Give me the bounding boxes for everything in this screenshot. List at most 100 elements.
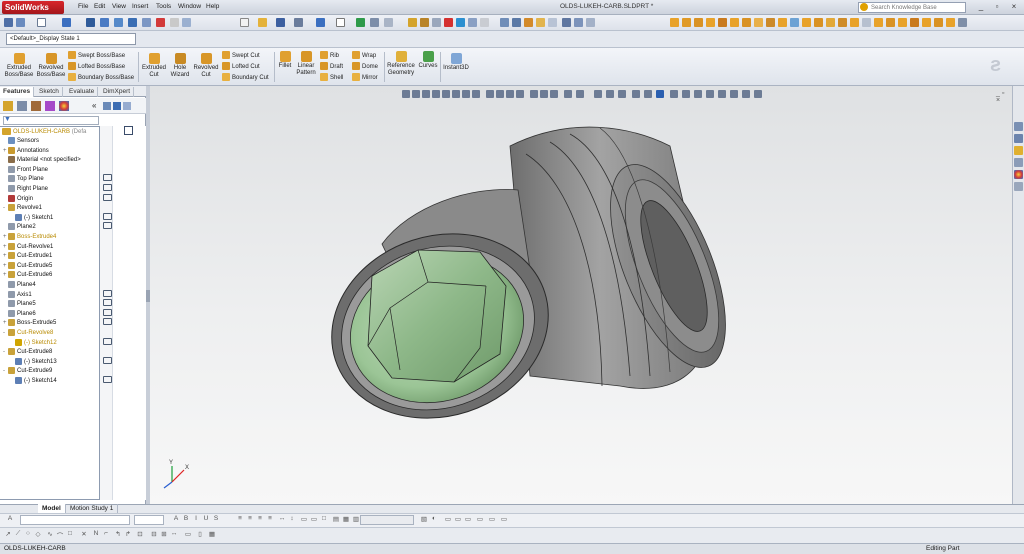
format-toolbar-icon[interactable]: ▧ xyxy=(420,515,428,524)
tree-item[interactable]: + Cut-Extrude1 xyxy=(3,252,52,261)
view-toolbar-icon-3[interactable] xyxy=(432,18,441,27)
format-toolbar-icon[interactable]: ≡ xyxy=(266,515,274,524)
tree-item[interactable]: Material <not specified> xyxy=(3,156,81,165)
tree-item[interactable]: Plane2 xyxy=(3,223,36,232)
line-style-select[interactable] xyxy=(360,515,414,525)
view-heads-up-icon[interactable] xyxy=(550,90,558,98)
tree-item[interactable]: (-) Sketch12 xyxy=(10,338,57,348)
format-toolbar-icon[interactable]: ▤ xyxy=(332,515,340,524)
select-arrow-icon[interactable] xyxy=(4,18,13,27)
feature-toolbar-icon-4[interactable] xyxy=(706,18,715,27)
arc-icon[interactable] xyxy=(142,18,151,27)
view-heads-up-icon[interactable] xyxy=(730,90,738,98)
format-toolbar-icon[interactable]: ≡ xyxy=(246,515,254,524)
tree-item[interactable]: + Annotations xyxy=(3,146,49,156)
view-heads-up-icon[interactable] xyxy=(706,90,714,98)
display-manager-icon[interactable] xyxy=(59,101,69,111)
configuration-manager-icon[interactable] xyxy=(31,101,41,111)
menu-tools[interactable]: Tools xyxy=(156,3,171,10)
feature-toolbar-icon-2[interactable] xyxy=(682,18,691,27)
tree-item[interactable]: Front Plane xyxy=(3,165,48,175)
taskpane-appearance-icon[interactable] xyxy=(1014,170,1023,179)
tree-root[interactable]: OLDS-LUKEH-CARB (Defa xyxy=(2,128,86,137)
print-icon[interactable] xyxy=(294,18,303,27)
font-size-select[interactable] xyxy=(134,515,164,525)
undo-icon[interactable] xyxy=(316,18,325,27)
taskpane-search-icon[interactable] xyxy=(1014,158,1023,167)
view-toolbar-icon-15[interactable] xyxy=(586,18,595,27)
offset-icon[interactable] xyxy=(182,18,191,27)
display-state-select[interactable]: <Default>_Display State 1 xyxy=(6,33,136,45)
view-heads-up-icon[interactable] xyxy=(486,90,494,98)
view-heads-up-icon[interactable] xyxy=(472,90,480,98)
view-heads-up-icon[interactable] xyxy=(594,90,602,98)
open-folder-icon[interactable] xyxy=(258,18,267,27)
format-toolbar-icon[interactable]: ▦ xyxy=(342,515,350,524)
save-icon[interactable] xyxy=(276,18,285,27)
feature-toolbar-icon-23[interactable] xyxy=(934,18,943,27)
tree-item[interactable]: + Cut-Extrude5 xyxy=(3,261,52,271)
sketch-tool-icon[interactable]: ▯ xyxy=(196,530,204,539)
tab-evaluate[interactable]: Evaluate xyxy=(66,87,99,97)
tree-item[interactable]: (-) Sketch13 xyxy=(10,357,57,367)
panel-view-icon-1[interactable] xyxy=(103,102,111,110)
feature-toolbar-icon-1[interactable] xyxy=(670,18,679,27)
select-filter-icon[interactable] xyxy=(37,18,46,27)
feature-toolbar-icon-18[interactable] xyxy=(874,18,883,27)
feature-toolbar-icon-6[interactable] xyxy=(730,18,739,27)
feature-toolbar-icon-16[interactable] xyxy=(850,18,859,27)
feature-toolbar-icon-24[interactable] xyxy=(946,18,955,27)
menu-edit[interactable]: Edit xyxy=(94,3,105,10)
sketch-tool-icon[interactable]: ✕ xyxy=(80,530,88,539)
boundary-cut-button[interactable]: Boundary Cut xyxy=(222,73,269,84)
view-heads-up-icon[interactable] xyxy=(754,90,762,98)
sketch-tool-icon[interactable]: ⟋ xyxy=(14,530,22,539)
tree-item[interactable]: Origin xyxy=(3,194,33,204)
view-toolbar-icon-9[interactable] xyxy=(512,18,521,27)
format-toolbar-icon[interactable]: ▭ xyxy=(310,515,318,524)
solidworks-logo[interactable]: SolidWorks xyxy=(2,1,64,14)
feature-toolbar-icon-14[interactable] xyxy=(826,18,835,27)
sketch-tool-icon[interactable]: ◇ xyxy=(34,530,42,539)
view-heads-up-icon[interactable] xyxy=(632,90,640,98)
taskpane-explorer-icon[interactable] xyxy=(1014,146,1023,155)
menu-window[interactable]: Window xyxy=(178,3,201,10)
font-name-select[interactable] xyxy=(20,515,130,525)
linear-pattern-button[interactable]: Linear Pattern xyxy=(294,51,318,77)
rebuild-icon[interactable] xyxy=(62,18,71,27)
view-toolbar-icon-11[interactable] xyxy=(536,18,545,27)
trim-icon[interactable] xyxy=(156,18,165,27)
view-heads-up-icon[interactable] xyxy=(530,90,538,98)
view-heads-up-icon[interactable] xyxy=(564,90,572,98)
rib-button[interactable]: Rib xyxy=(320,51,339,62)
panel-scroll-thumb[interactable] xyxy=(124,126,133,135)
tree-item[interactable]: + Cut-Revolve1 xyxy=(3,242,53,252)
view-heads-up-icon[interactable] xyxy=(694,90,702,98)
feature-toolbar-icon-7[interactable] xyxy=(742,18,751,27)
tab-sketch[interactable]: Sketch xyxy=(36,87,63,97)
view-toolbar-icon-12[interactable] xyxy=(548,18,557,27)
format-toolbar-icon[interactable]: ▭ xyxy=(488,515,496,524)
menu-view[interactable]: View xyxy=(112,3,126,10)
feature-toolbar-icon-5[interactable] xyxy=(718,18,727,27)
sketch-tool-icon[interactable]: ↔ xyxy=(170,530,178,539)
view-heads-up-icon[interactable] xyxy=(442,90,450,98)
format-toolbar-icon[interactable]: ≡ xyxy=(256,515,264,524)
feature-toolbar-icon-8[interactable] xyxy=(754,18,763,27)
view-heads-up-icon[interactable] xyxy=(506,90,514,98)
lofted-boss-button[interactable]: Lofted Boss/Base xyxy=(68,62,125,73)
feature-manager-icon[interactable] xyxy=(3,101,13,111)
collapse-chevron-icon[interactable]: « xyxy=(92,101,100,111)
fillet-button[interactable]: Fillet xyxy=(276,51,294,70)
instant3d-button[interactable]: Instant3D xyxy=(442,53,470,72)
feature-toolbar-icon-12[interactable] xyxy=(802,18,811,27)
rectangle-icon[interactable] xyxy=(114,18,123,27)
traffic-light-icon[interactable] xyxy=(356,18,365,27)
view-heads-up-icon[interactable] xyxy=(432,90,440,98)
select-icon[interactable] xyxy=(336,18,345,27)
tab-dimxpert[interactable]: DimXpert xyxy=(100,87,135,97)
view-heads-up-icon[interactable] xyxy=(742,90,750,98)
view-heads-up-icon[interactable] xyxy=(452,90,460,98)
view-heads-up-icon[interactable] xyxy=(606,90,614,98)
sketch-tool-icon[interactable]: ○ xyxy=(24,530,32,539)
